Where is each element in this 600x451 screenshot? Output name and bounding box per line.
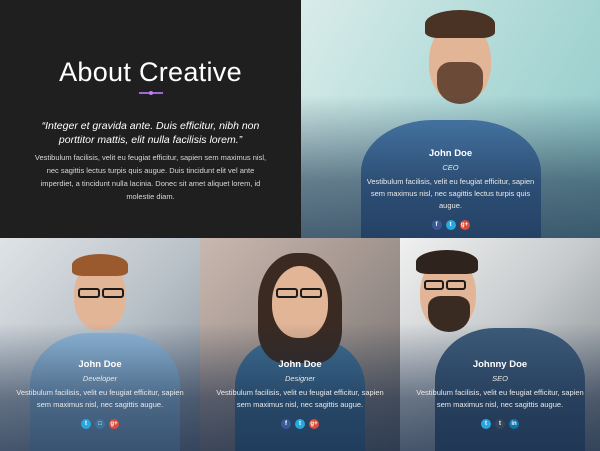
intro-body: Vestibulum facilisis, velit eu feugiat e…: [34, 152, 267, 201]
member-desc: Vestibulum facilisis, velit eu feugiat e…: [216, 388, 384, 409]
team-info: John Doe CEO Vestibulum facilisis, velit…: [301, 148, 600, 230]
google-plus-icon[interactable]: g+: [109, 419, 119, 429]
member-desc: Vestibulum facilisis, velit eu feugiat e…: [16, 388, 184, 409]
member-role: CEO: [442, 163, 459, 172]
member-name: John Doe: [428, 148, 473, 159]
social-links: f t g+: [200, 419, 400, 429]
page-title: About Creative: [59, 57, 242, 87]
member-name: John Doe: [78, 359, 122, 370]
instagram-icon[interactable]: □: [95, 419, 105, 429]
social-links: t □ g+: [0, 419, 200, 429]
social-links: f t g+: [301, 220, 600, 230]
team-info: Johnny Doe SEO Vestibulum facilisis, vel…: [400, 359, 600, 429]
facebook-icon[interactable]: f: [431, 220, 442, 230]
member-desc: Vestibulum facilisis, velit eu feugiat e…: [366, 177, 535, 210]
team-info: John Doe Designer Vestibulum facilisis, …: [200, 359, 400, 429]
team-card-seo: Johnny Doe SEO Vestibulum facilisis, vel…: [400, 238, 600, 451]
google-plus-icon[interactable]: g+: [309, 419, 319, 429]
team-info: John Doe Developer Vestibulum facilisis,…: [0, 359, 200, 429]
member-role: Designer: [284, 374, 315, 383]
member-role: SEO: [492, 374, 508, 383]
team-card-ceo: John Doe CEO Vestibulum facilisis, velit…: [301, 0, 600, 238]
member-desc: Vestibulum facilisis, velit eu feugiat e…: [416, 388, 584, 409]
facebook-icon[interactable]: f: [281, 419, 291, 429]
tumblr-icon[interactable]: t: [495, 419, 505, 429]
member-role: Developer: [82, 374, 118, 383]
twitter-icon[interactable]: t: [481, 419, 491, 429]
team-card-developer: John Doe Developer Vestibulum facilisis,…: [0, 238, 200, 451]
member-name: Johnny Doe: [472, 359, 528, 370]
social-links: t t in: [400, 419, 600, 429]
intro-quote: “Integer et gravida ante. Duis efficitur…: [41, 119, 260, 146]
member-name: John Doe: [278, 359, 322, 370]
twitter-icon[interactable]: t: [295, 419, 305, 429]
title-divider: [139, 91, 163, 95]
team-card-designer: John Doe Designer Vestibulum facilisis, …: [200, 238, 400, 451]
twitter-icon[interactable]: t: [81, 419, 91, 429]
google-plus-icon[interactable]: g+: [459, 220, 470, 230]
twitter-icon[interactable]: t: [445, 220, 456, 230]
about-intro: About Creative “Integer et gravida ante.…: [0, 0, 301, 238]
linkedin-icon[interactable]: in: [509, 419, 519, 429]
